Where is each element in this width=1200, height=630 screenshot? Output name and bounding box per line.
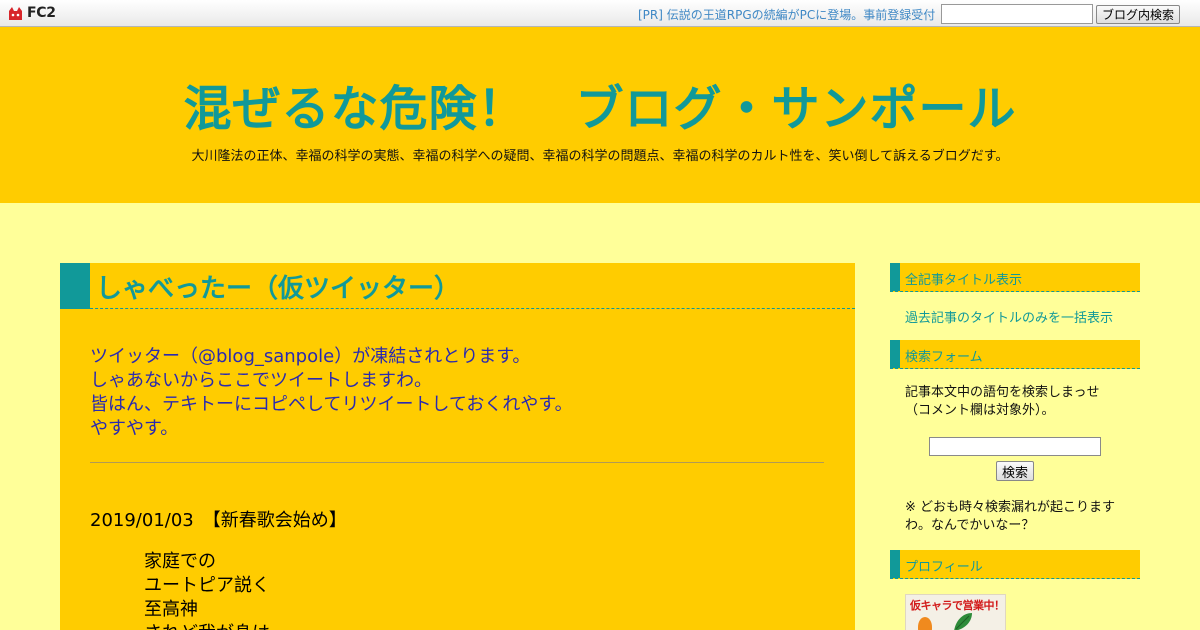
all-titles-link[interactable]: 過去記事のタイトルのみを一括表示 (905, 307, 1113, 326)
sidebar-search-input[interactable] (929, 437, 1101, 456)
poem-line: 家庭での (144, 551, 216, 572)
blog-search-button[interactable]: ブログ内検索 (1096, 5, 1180, 24)
main-entry: しゃべったー（仮ツイッター） ツイッター（@blog_sanpole）が凍結され… (60, 263, 855, 630)
pr-link[interactable]: [PR] 伝説の王道RPGの続編がPCに登場。事前登録受付 (638, 6, 935, 23)
entry-title-bar (60, 263, 90, 309)
profile-image[interactable]: 仮キャラで営業中！ (905, 594, 1006, 630)
plugin-heading-search: 検索フォーム (890, 340, 1140, 369)
intro-line-4: やすやす。 (90, 418, 179, 439)
intro-line-3: 皆はん、テキトーにコピペしてリツイートしておくれやす。 (90, 394, 573, 415)
fc2-logo-text: FC2 (27, 5, 56, 21)
blog-search-input[interactable] (941, 4, 1093, 24)
plugin-heading-profile: プロフィール (890, 550, 1140, 579)
entry-header: しゃべったー（仮ツイッター） (60, 263, 855, 309)
search-note-line: わ。なんでかいなー？ (905, 518, 1035, 533)
plugin-heading-bar (890, 263, 900, 291)
plugin-heading-all-titles: 全記事タイトル表示 (890, 263, 1140, 292)
twitter-account-link[interactable]: @blog_sanpole (198, 346, 334, 367)
fc2-mascot-icon (7, 5, 24, 22)
post-date-heading: 2019/01/03 【新春歌会始め】 (90, 510, 347, 531)
sidebar-search-button[interactable]: 検索 (996, 461, 1034, 481)
plugin-heading-bar (890, 550, 900, 578)
fc2-toolbar: FC2 [PR] 伝説の王道RPGの続編がPCに登場。事前登録受付 ブログ内検索 (0, 0, 1200, 27)
search-description: 記事本文中の語句を検索しまっせ （コメント欄は対象外）。 (905, 384, 1099, 420)
search-desc-line: 記事本文中の語句を検索しまっせ (905, 385, 1100, 400)
poem-line: 至高神 (144, 599, 198, 620)
intro-line-2: しゃあないからここでツイートしますわ。 (90, 370, 432, 391)
poem-line: されど我が身は (144, 622, 270, 630)
blog-title[interactable]: 混ぜるな危険！ ブログ・サンポール (0, 69, 1200, 139)
poem-line: ユートピア説く (144, 575, 270, 596)
intro-line-1: ツイッター（@blog_sanpole）が凍結されとります。 (90, 345, 825, 369)
search-note-line: ※ どおも時々検索漏れが起こります (905, 500, 1116, 515)
entry-divider (90, 462, 824, 463)
entry-title[interactable]: しゃべったー（仮ツイッター） (96, 268, 460, 305)
plugin-title: 検索フォーム (905, 350, 983, 365)
entry-intro: ツイッター（@blog_sanpole）が凍結されとります。 しゃあないからここ… (90, 345, 825, 441)
blog-header: 混ぜるな危険！ ブログ・サンポール 大川隆法の正体、幸福の科学の実態、幸福の科学… (0, 27, 1200, 203)
intro-prefix: ツイッター（ (90, 346, 198, 367)
fc2-logo[interactable]: FC2 (7, 4, 56, 22)
intro-suffix: ）が凍結されとります。 (334, 346, 531, 367)
search-note: ※ どおも時々検索漏れが起こります わ。なんでかいなー？ (905, 499, 1115, 535)
leaf-icon (954, 613, 972, 630)
search-desc-line: （コメント欄は対象外）。 (905, 403, 1055, 418)
plugin-title: プロフィール (905, 560, 983, 575)
plugin-heading-bar (890, 340, 900, 368)
poem: 家庭での ユートピア説く 至高神 されど我が身は (144, 550, 270, 630)
plugin-title[interactable]: 全記事タイトル表示 (905, 269, 1022, 288)
blog-description: 大川隆法の正体、幸福の科学の実態、幸福の科学への疑問、幸福の科学の問題点、幸福の… (191, 149, 1009, 164)
character-body-icon (918, 617, 932, 630)
